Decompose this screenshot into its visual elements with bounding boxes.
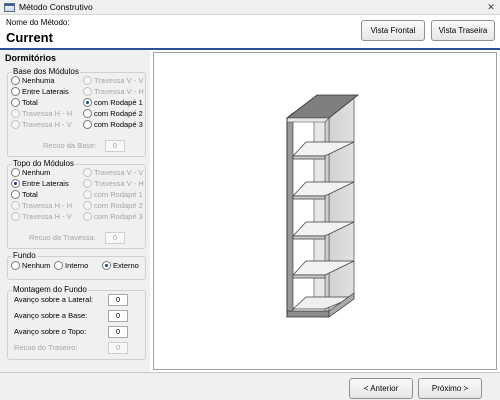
radio-button [83,179,92,188]
radio-label: Travessa V - H [94,87,144,96]
radio-button[interactable] [11,261,20,270]
radio-button [11,120,20,129]
title-bar: Método Construtivo ✕ [0,0,500,15]
radio-label: Externo [113,261,139,270]
options-panel: Dormitórios Base dos Módulos Nenhuma Trav… [0,50,150,372]
topo-recuo-input[interactable]: 0 [105,232,125,244]
radio-button[interactable] [11,76,20,85]
base-recuo-label: Recuo da Base: [43,141,97,150]
montagem-field-input[interactable]: 0 [108,294,128,306]
radio-button [11,201,20,210]
method-name-label: Nome do Método: [6,18,70,27]
previous-button[interactable]: < Anterior [349,378,413,399]
fundo-group: Fundo Nenhum Interno Externo [7,251,146,280]
window-app-icon [4,3,15,12]
radio-button[interactable] [83,120,92,129]
radio-label: Nenhum [22,168,51,177]
radio-label: com Rodapé 3 [94,120,143,129]
montagem-field-input[interactable]: 0 [108,342,128,354]
radio-label: Travessa V - V [94,168,144,177]
radio-label: Travessa H - V [22,120,72,129]
base-recuo-input[interactable]: 0 [105,140,125,152]
radio-label: Travessa V - V [94,76,144,85]
radio-button [83,168,92,177]
montagem-field-input[interactable]: 0 [108,326,128,338]
radio-label: Travessa H - V [22,212,72,221]
radio-label: Travessa V - H [94,179,144,188]
radio-button [11,212,20,221]
radio-button[interactable] [11,179,20,188]
radio-label: Entre Laterais [22,179,69,188]
radio-button[interactable] [54,261,63,270]
radio-label: com Rodapé 3 [94,212,143,221]
next-button[interactable]: Próximo > [418,378,482,399]
radio-label: Total [22,98,38,107]
montagem-field-label: Avanço sobre a Lateral: [14,295,94,304]
montagem-field-label: Avanço sobre o Topo: [14,327,87,336]
wardrobe-3d-model [285,94,360,318]
radio-button[interactable] [11,87,20,96]
radio-button [83,76,92,85]
radio-label: Nenhuma [22,76,55,85]
montagem-group: Montagem do Fundo Avanço sobre a Lateral… [7,285,146,360]
radio-label: Travessa H - H [22,109,73,118]
radio-button [83,201,92,210]
header: Nome do Método: Current [0,15,500,48]
radio-label: com Rodapé 1 [94,98,143,107]
front-view-button[interactable]: Vista Frontal [361,20,425,41]
radio-label: Nenhum [22,261,51,270]
radio-button[interactable] [11,168,20,177]
preview-viewport[interactable] [153,52,497,370]
radio-label: Entre Laterais [22,87,69,96]
fundo-group-title: Fundo [12,251,37,260]
radio-button[interactable] [83,98,92,107]
radio-button[interactable] [11,98,20,107]
close-icon[interactable]: ✕ [484,0,498,14]
radio-label: Total [22,190,38,199]
montagem-field-label: Recuo do Traseiro: [14,343,78,352]
radio-label: com Rodapé 2 [94,109,143,118]
radio-button[interactable] [102,261,111,270]
window-title: Método Construtivo [19,2,93,12]
radio-label: Interno [65,261,89,270]
radio-label: Travessa H - H [22,201,73,210]
radio-label: com Rodapé 1 [94,190,143,199]
montagem-group-title: Montagem do Fundo [12,285,88,294]
montagem-field-input[interactable]: 0 [108,310,128,322]
method-name-value: Current [6,30,53,45]
base-group: Base dos Módulos Nenhuma Travessa V - V En… [7,67,146,157]
topo-recuo-label: Recuo da Travessa: [29,233,96,242]
radio-button[interactable] [11,190,20,199]
radio-button [83,212,92,221]
section-title: Dormitórios [5,53,57,63]
montagem-field-label: Avanço sobre a Base: [14,311,88,320]
radio-button[interactable] [83,109,92,118]
back-view-button[interactable]: Vista Traseira [431,20,495,41]
radio-button [83,190,92,199]
radio-label: com Rodapé 2 [94,201,143,210]
radio-button [83,87,92,96]
topo-group: Topo do Módulos Nenhum Travessa V - V Entr… [7,159,146,249]
radio-button [11,109,20,118]
